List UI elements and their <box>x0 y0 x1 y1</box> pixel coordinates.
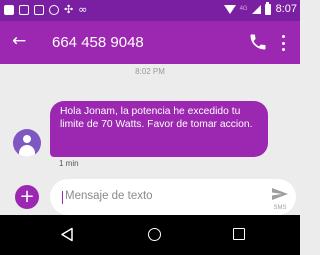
message-list[interactable]: 8:02 PM Hola Jonam, la potencia he exced… <box>0 64 300 175</box>
puzzle-icon: ✣ <box>64 3 74 16</box>
status-time: 8:07 <box>275 3 297 15</box>
text-cursor <box>62 191 63 204</box>
navigation-bar <box>0 215 300 255</box>
message-time: 1 min <box>59 159 79 168</box>
status-bar: ✣ ∞ 4G 8:07 <box>0 0 300 21</box>
avatar-head <box>23 135 31 143</box>
photo-icon <box>19 4 29 15</box>
chat-icon <box>34 4 44 15</box>
battery-icon <box>264 1 271 15</box>
add-attachment-button[interactable]: + <box>15 185 39 209</box>
app-bar: ← 664 458 9048 <box>0 21 300 64</box>
notification-icon <box>4 4 14 15</box>
conversation-title: 664 458 9048 <box>52 34 144 51</box>
dot <box>282 35 285 38</box>
nav-back-icon[interactable] <box>60 227 74 242</box>
nav-recents-icon[interactable] <box>233 228 245 240</box>
contact-avatar[interactable] <box>13 129 41 157</box>
more-vert-icon[interactable] <box>282 35 286 51</box>
send-sms-label: SMS <box>273 205 287 211</box>
send-icon[interactable] <box>270 183 290 207</box>
status-system-icons: 4G 8:07 <box>223 1 297 15</box>
dot <box>282 48 285 51</box>
phone-icon[interactable] <box>248 32 268 52</box>
avatar-body <box>19 145 35 157</box>
composer: + Mensaje de texto SMS <box>0 175 300 215</box>
voicemail-icon: ∞ <box>78 3 88 16</box>
dot <box>282 41 285 45</box>
back-arrow-icon[interactable]: ← <box>12 31 26 51</box>
nav-home-icon[interactable] <box>148 228 161 241</box>
signal-icon <box>251 4 261 14</box>
network-type-label: 4G <box>239 6 248 12</box>
incoming-message-bubble[interactable]: Hola Jonam, la potencia he excedido tu l… <box>50 101 268 157</box>
message-input-placeholder: Mensaje de texto <box>65 190 153 202</box>
status-notification-icons: ✣ ∞ <box>4 4 87 15</box>
conversation-timestamp: 8:02 PM <box>135 67 165 76</box>
whatsapp-icon <box>49 4 59 15</box>
wifi-icon <box>223 4 236 14</box>
